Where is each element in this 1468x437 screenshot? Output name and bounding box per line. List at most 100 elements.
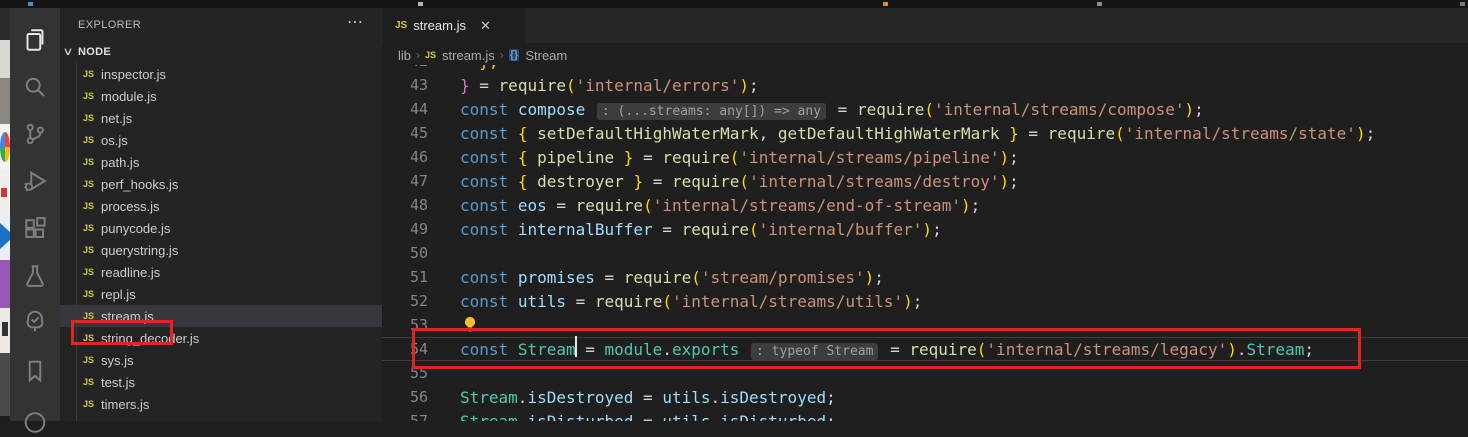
- code-lines: 42 },43} = require('internal/errors');44…: [382, 65, 1468, 421]
- bookmarks-icon[interactable]: [19, 355, 51, 387]
- code-line-57[interactable]: 57Stream.isDisturbed = utils.isDisturbed…: [382, 409, 1468, 421]
- account-icon[interactable]: [19, 405, 51, 437]
- todo-tree-icon[interactable]: [19, 305, 51, 337]
- code-token: require: [624, 268, 691, 287]
- code-token: .: [518, 412, 528, 422]
- code-line-50[interactable]: 50: [382, 241, 1468, 265]
- extensions-icon[interactable]: [19, 212, 51, 244]
- tab-stream-js[interactable]: JS stream.js ✕: [383, 8, 525, 43]
- code-token: utils: [518, 292, 566, 311]
- file-row-sys-js[interactable]: JSsys.js: [60, 349, 382, 371]
- code-token: ;: [932, 220, 942, 239]
- code-token: 'internal/streams/legacy': [986, 340, 1227, 359]
- code-token: eos: [518, 196, 547, 215]
- source-control-icon[interactable]: [19, 118, 51, 150]
- file-row-path-js[interactable]: JSpath.js: [60, 151, 382, 173]
- code-token: [624, 172, 634, 191]
- code-line-51[interactable]: 51const promises = require('stream/promi…: [382, 265, 1468, 289]
- js-file-icon: JS: [83, 113, 94, 123]
- code-token: const: [460, 172, 508, 191]
- line-number: 55: [382, 364, 428, 382]
- code-line-44[interactable]: 44const compose : (...streams: any[]) =>…: [382, 97, 1468, 121]
- code-line-53[interactable]: 53: [382, 313, 1468, 337]
- code-token: .: [662, 340, 672, 359]
- code-line-54[interactable]: 54const Stream = module.exports : typeof…: [382, 337, 1468, 361]
- file-row-process-js[interactable]: JSprocess.js: [60, 195, 382, 217]
- section-label: NODE: [78, 46, 111, 58]
- code-line-49[interactable]: 49const internalBuffer = require('intern…: [382, 217, 1468, 241]
- file-row-module-js[interactable]: JSmodule.js: [60, 85, 382, 107]
- code-token: (: [924, 100, 934, 119]
- file-row-timers-js[interactable]: JStimers.js: [60, 393, 382, 415]
- desktop-sliver-segment: [0, 40, 10, 78]
- file-label: readline.js: [101, 265, 160, 280]
- run-debug-icon[interactable]: [19, 165, 51, 197]
- code-token: promises: [518, 268, 595, 287]
- code-token: isDestroyed: [720, 388, 826, 407]
- code-token: ;: [1366, 124, 1376, 143]
- breadcrumb-item-lib[interactable]: lib: [398, 48, 411, 63]
- line-number: 52: [382, 292, 428, 310]
- desktop-speck: [28, 2, 33, 6]
- code-line-48[interactable]: 48const eos = require('internal/streams/…: [382, 193, 1468, 217]
- file-row-inspector-js[interactable]: JSinspector.js: [60, 63, 382, 85]
- chrome-logo: [0, 132, 10, 162]
- tab-label: stream.js: [413, 18, 466, 33]
- code-editor[interactable]: 42 },43} = require('internal/errors');44…: [382, 65, 1468, 421]
- code-line-43[interactable]: 43} = require('internal/errors');: [382, 73, 1468, 97]
- code-line-42[interactable]: 42 },: [382, 65, 1468, 73]
- breadcrumb-item-file[interactable]: stream.js: [442, 48, 495, 63]
- line-number: 42: [382, 65, 428, 70]
- js-file-icon: JS: [83, 377, 94, 387]
- code-text: const { destroyer } = require('internal/…: [428, 172, 1019, 191]
- code-token: isDestroyed: [527, 388, 633, 407]
- code-line-47[interactable]: 47const { destroyer } = require('interna…: [382, 169, 1468, 193]
- code-token: =: [470, 76, 499, 95]
- breadcrumb-item-symbol[interactable]: Stream: [525, 48, 567, 63]
- file-label: timers.js: [101, 397, 149, 412]
- search-icon[interactable]: [19, 71, 51, 103]
- file-row-stream-js[interactable]: JSstream.js: [60, 305, 382, 327]
- code-token: 'internal/streams/compose': [934, 100, 1184, 119]
- close-icon[interactable]: ✕: [480, 18, 491, 34]
- file-row-net-js[interactable]: JSnet.js: [60, 107, 382, 129]
- code-token: {: [518, 124, 528, 143]
- code-line-45[interactable]: 45const { setDefaultHighWaterMark, getDe…: [382, 121, 1468, 145]
- js-file-icon: JS: [83, 223, 94, 233]
- js-file-icon: JS: [83, 135, 94, 145]
- line-number: 47: [382, 172, 428, 190]
- file-row-test-js[interactable]: JStest.js: [60, 371, 382, 393]
- test-flask-icon[interactable]: [19, 260, 51, 292]
- desktop-sliver-segment: [0, 353, 10, 416]
- code-line-52[interactable]: 52const utils = require('internal/stream…: [382, 289, 1468, 313]
- more-actions-icon[interactable]: ⋯: [347, 12, 364, 32]
- js-file-icon: JS: [83, 267, 94, 277]
- js-file-icon: JS: [83, 179, 94, 189]
- section-header-node[interactable]: ∨ NODE: [60, 44, 382, 63]
- line-number: 43: [382, 76, 428, 94]
- code-token: (: [1115, 124, 1125, 143]
- file-row-string_decoder-js[interactable]: JSstring_decoder.js: [60, 327, 382, 349]
- js-file-icon: JS: [83, 69, 94, 79]
- desktop-sliver-segment: [0, 260, 10, 308]
- file-row-readline-js[interactable]: JS readline.js: [60, 261, 382, 283]
- js-file-icon: JS: [425, 50, 436, 60]
- files-icon[interactable]: [19, 24, 51, 56]
- lightbulb-icon[interactable]: [462, 316, 478, 338]
- code-token: [527, 172, 537, 191]
- code-line-55[interactable]: 55: [382, 361, 1468, 385]
- file-row-os-js[interactable]: JSos.js: [60, 129, 382, 151]
- code-token: [527, 124, 537, 143]
- code-line-46[interactable]: 46const { pipeline } = require('internal…: [382, 145, 1468, 169]
- code-line-56[interactable]: 56Stream.isDestroyed = utils.isDestroyed…: [382, 385, 1468, 409]
- file-row-repl-js[interactable]: JSrepl.js: [60, 283, 382, 305]
- code-token: {: [518, 172, 528, 191]
- file-row-querystring-js[interactable]: JSquerystring.js: [60, 239, 382, 261]
- code-token: ;: [1304, 340, 1314, 359]
- tree-indent-guide: [76, 55, 77, 421]
- js-file-icon: JS: [83, 311, 94, 321]
- file-row-punycode-js[interactable]: JSpunycode.js: [60, 217, 382, 239]
- file-row-perf_hooks-js[interactable]: JSperf_hooks.js: [60, 173, 382, 195]
- js-file-icon: JS: [83, 289, 94, 299]
- chevron-right-icon: ›: [416, 48, 420, 62]
